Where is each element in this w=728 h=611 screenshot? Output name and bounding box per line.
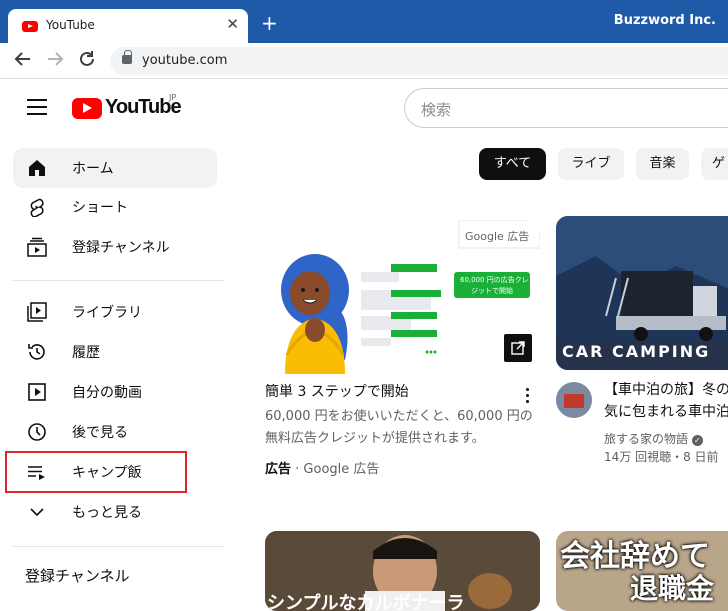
history-icon bbox=[28, 344, 45, 360]
video-thumbnail[interactable]: CAR CAMPING bbox=[556, 216, 728, 370]
thumbnail-caption-line-2: 退職金 bbox=[630, 572, 715, 605]
tab-close-icon[interactable]: ✕ bbox=[226, 15, 239, 33]
tab-title: YouTube bbox=[46, 18, 95, 32]
google-ad-badge: Google 広告 bbox=[465, 230, 530, 243]
shorts-icon bbox=[30, 198, 44, 217]
search-input[interactable]: 検索 bbox=[404, 88, 728, 128]
reload-icon[interactable] bbox=[78, 50, 96, 73]
hamburger-menu-icon[interactable] bbox=[27, 99, 47, 115]
chip-games[interactable]: ゲ bbox=[701, 148, 728, 180]
youtube-page: YouTube JP 検索 ホーム ショート 登録チャンネル ライブラリ 履歴 … bbox=[0, 80, 728, 611]
lock-icon bbox=[122, 50, 132, 64]
youtube-favicon-icon bbox=[22, 21, 38, 32]
channel-name[interactable]: 旅する家の物語 ✓ bbox=[604, 430, 703, 447]
thumbnail-caption: CAR CAMPING bbox=[562, 342, 711, 361]
subscriptions-heading: 登録チャンネル bbox=[25, 567, 130, 585]
ad-description-line-2: 無料広告クレジットが提供されます。 bbox=[265, 431, 485, 446]
browser-profile-name[interactable]: Buzzword Inc. bbox=[614, 13, 716, 28]
ad-thumbnail[interactable]: Google 広告 60,000 円の広告クレ ジットで開始 bbox=[265, 220, 540, 374]
selection-highlight-box bbox=[5, 451, 187, 493]
library-icon bbox=[27, 302, 47, 322]
sidebar-divider bbox=[13, 280, 225, 281]
forward-arrow-icon[interactable] bbox=[46, 50, 64, 73]
new-tab-button[interactable]: + bbox=[261, 13, 278, 33]
sidebar-item-watch-later[interactable]: 後で見る bbox=[13, 412, 217, 452]
back-arrow-icon[interactable] bbox=[14, 50, 32, 73]
chip-all[interactable]: すべて bbox=[479, 148, 546, 180]
video-title-line-1[interactable]: 【車中泊の旅】冬の bbox=[604, 380, 728, 400]
subscriptions-icon bbox=[27, 237, 47, 257]
external-link-icon[interactable] bbox=[504, 334, 532, 362]
chip-music[interactable]: 音楽 bbox=[636, 148, 689, 180]
watch-later-icon bbox=[28, 423, 46, 441]
channel-avatar[interactable] bbox=[556, 382, 592, 418]
sidebar-item-shorts[interactable]: ショート bbox=[13, 187, 217, 227]
sidebar-item-history[interactable]: 履歴 bbox=[13, 332, 217, 372]
your-videos-icon bbox=[28, 383, 46, 401]
sidebar-item-your-videos[interactable]: 自分の動画 bbox=[13, 372, 217, 412]
sidebar-divider bbox=[13, 546, 225, 547]
thumbnail-caption: シンプルなカルボナーラ bbox=[267, 593, 465, 611]
sidebar-item-subscriptions[interactable]: 登録チャンネル bbox=[13, 227, 217, 267]
youtube-play-icon bbox=[72, 98, 102, 119]
chip-live[interactable]: ライブ bbox=[558, 148, 624, 180]
sidebar-item-library[interactable]: ライブラリ bbox=[13, 292, 217, 332]
browser-tab-bar: YouTube ✕ + Buzzword Inc. bbox=[0, 0, 728, 43]
browser-toolbar: youtube.com bbox=[0, 43, 728, 79]
address-url: youtube.com bbox=[142, 53, 228, 68]
promo-text-line-1: 60,000 円の広告クレ bbox=[460, 276, 529, 284]
promo-text-line-2: ジットで開始 bbox=[471, 287, 513, 295]
ad-label-row: 広告 · Google 広告 bbox=[265, 462, 380, 477]
video-stats: 14万 回視聴・8 日前 bbox=[604, 450, 719, 464]
ad-description-line-1: 60,000 円をお使いいただくと、60,000 円の bbox=[265, 409, 533, 424]
ad-title[interactable]: 簡単 3 ステップで開始 bbox=[265, 382, 409, 402]
home-icon bbox=[29, 160, 45, 176]
search-placeholder: 検索 bbox=[421, 101, 452, 119]
video-thumbnail-row2-left[interactable]: シンプルなカルボナーラ bbox=[265, 531, 540, 611]
video-thumbnail-row2-right[interactable]: 会社辞めて 退職金 bbox=[556, 531, 728, 611]
sidebar-item-show-more[interactable]: もっと見る bbox=[13, 492, 217, 532]
video-title-line-2[interactable]: 気に包まれる車中泊 bbox=[604, 402, 728, 422]
address-bar[interactable]: youtube.com bbox=[110, 47, 728, 75]
verified-check-icon: ✓ bbox=[691, 435, 703, 446]
browser-tab[interactable]: YouTube ✕ bbox=[8, 9, 248, 43]
chevron-down-icon bbox=[30, 508, 44, 517]
more-options-icon[interactable] bbox=[526, 388, 530, 406]
sidebar-item-home[interactable]: ホーム bbox=[13, 148, 217, 188]
